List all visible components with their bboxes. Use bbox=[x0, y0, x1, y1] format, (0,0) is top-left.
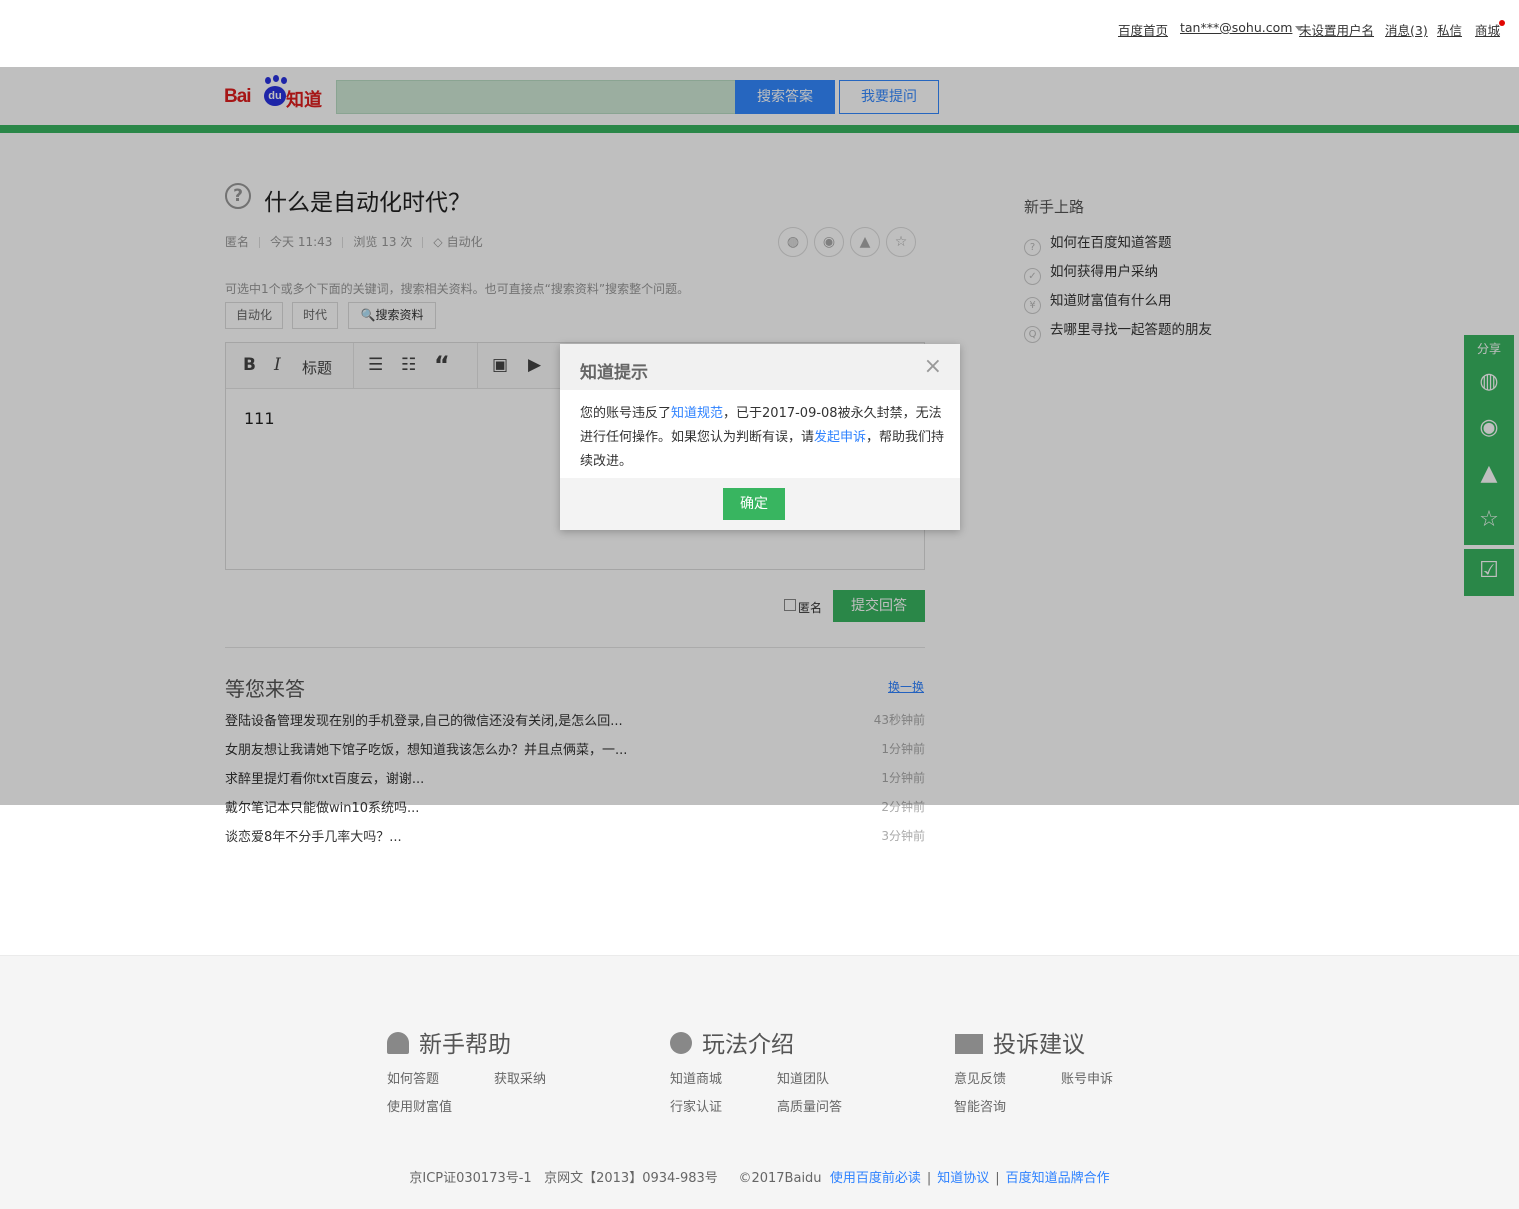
dialog-message: 您的账号违反了知道规范，已于2017-09-08被永久封禁，无法进行任何操作。如… bbox=[580, 402, 945, 474]
footer-col-title: 玩法介绍 bbox=[702, 1032, 794, 1058]
copyright: ©2017Baidu bbox=[738, 1171, 822, 1186]
notice-dialog: 知道提示 × 您的账号违反了知道规范，已于2017-09-08被永久封禁，无法进… bbox=[560, 344, 960, 530]
top-bar: 百度首页 tan***@sohu.com 未设置用户名 消息(3) 私信 商城 bbox=[0, 0, 1519, 67]
private-message-link[interactable]: 私信 bbox=[1437, 20, 1462, 39]
dialog-footer: 确定 bbox=[560, 478, 960, 530]
footer-col-title: 新手帮助 bbox=[419, 1032, 511, 1058]
footer-link[interactable]: 智能咨询 bbox=[954, 1096, 1006, 1115]
footer-link[interactable]: 如何答题 bbox=[387, 1068, 439, 1087]
share-nodes-icon bbox=[670, 1032, 692, 1054]
user-icon bbox=[387, 1032, 409, 1054]
footer-link[interactable]: 使用财富值 bbox=[387, 1096, 452, 1115]
footer-link[interactable]: 知道商城 bbox=[670, 1068, 722, 1087]
rules-link[interactable]: 知道规范 bbox=[671, 406, 723, 421]
dialog-header: 知道提示 × bbox=[560, 344, 960, 390]
dialog-text: 您的账号违反了 bbox=[580, 406, 672, 421]
footer-col-gameplay: 玩法介绍 bbox=[670, 1025, 794, 1059]
footer-col-newbie: 新手帮助 bbox=[387, 1025, 511, 1059]
confirm-button[interactable]: 确定 bbox=[723, 488, 785, 520]
waiting-question-time: 3分钟前 bbox=[881, 829, 925, 843]
footer-col-title: 投诉建议 bbox=[993, 1032, 1085, 1058]
dialog-title: 知道提示 bbox=[580, 363, 648, 383]
footer-link[interactable]: 行家认证 bbox=[670, 1096, 722, 1115]
notification-dot bbox=[1499, 20, 1505, 26]
icp-license: 京ICP证030173号-1 bbox=[409, 1171, 532, 1186]
footer-link-brand[interactable]: 百度知道品牌合作 bbox=[1006, 1171, 1110, 1186]
store-link[interactable]: 商城 bbox=[1475, 20, 1500, 39]
close-icon[interactable]: × bbox=[924, 354, 942, 379]
footer-link-must-read[interactable]: 使用百度前必读 bbox=[830, 1171, 921, 1186]
footer-col-complaints: 投诉建议 bbox=[955, 1025, 1085, 1059]
footer-link[interactable]: 意见反馈 bbox=[954, 1068, 1006, 1087]
waiting-question-link[interactable]: 谈恋爱8年不分手几率大吗？... bbox=[225, 826, 402, 845]
pipe-divider: | bbox=[926, 1171, 932, 1186]
footer-link[interactable]: 账号申诉 bbox=[1061, 1068, 1113, 1087]
footer-link[interactable]: 获取采纳 bbox=[494, 1068, 546, 1087]
wenhua-license: 京网文【2013】0934-983号 bbox=[544, 1171, 718, 1186]
pipe-divider: | bbox=[995, 1171, 1000, 1186]
set-username-link[interactable]: 未设置用户名 bbox=[1299, 20, 1374, 39]
user-account-link[interactable]: tan***@sohu.com bbox=[1180, 20, 1304, 35]
footer-link[interactable]: 高质量问答 bbox=[777, 1096, 842, 1115]
envelope-icon bbox=[955, 1034, 983, 1054]
footer-link[interactable]: 知道团队 bbox=[777, 1068, 829, 1087]
user-account-label: tan***@sohu.com bbox=[1180, 20, 1293, 35]
footer-bottom: 京ICP证030173号-1 京网文【2013】0934-983号 ©2017B… bbox=[0, 1167, 1519, 1186]
footer-link-agreement[interactable]: 知道协议 bbox=[937, 1171, 989, 1186]
baidu-home-link[interactable]: 百度首页 bbox=[1118, 20, 1168, 39]
messages-link[interactable]: 消息(3) bbox=[1385, 20, 1428, 39]
appeal-link[interactable]: 发起申诉 bbox=[814, 430, 866, 445]
